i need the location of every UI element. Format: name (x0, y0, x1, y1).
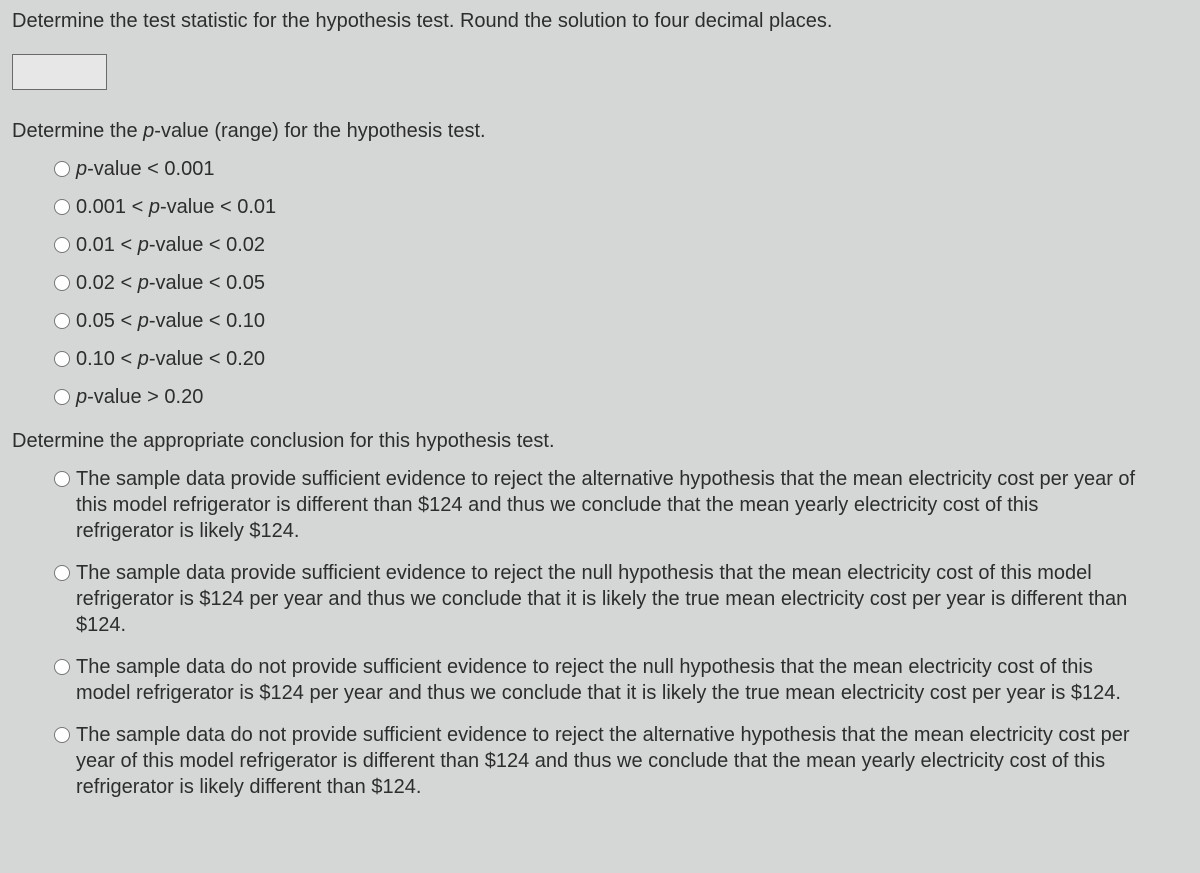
pvalue-radio-5[interactable] (54, 351, 70, 367)
q2-prompt-pre: Determine the (12, 120, 143, 142)
pvalue-label-3: 0.02 < p-value < 0.05 (76, 270, 1116, 296)
pvalue-option-2: 0.01 < p-value < 0.02 (54, 232, 1188, 258)
pvalue-radio-4[interactable] (54, 313, 70, 329)
test-statistic-input[interactable] (12, 54, 107, 90)
conclusion-label-3: The sample data do not provide sufficien… (76, 722, 1136, 800)
conclusion-radio-2[interactable] (54, 659, 70, 675)
pvalue-option-1: 0.001 < p-value < 0.01 (54, 194, 1188, 220)
conclusion-option-0: The sample data provide sufficient evide… (54, 466, 1188, 544)
pvalue-radio-0[interactable] (54, 161, 70, 177)
q2-prompt-post: -value (range) for the hypothesis test. (154, 120, 485, 142)
conclusion-options: The sample data provide sufficient evide… (12, 466, 1188, 800)
conclusion-label-1: The sample data provide sufficient evide… (76, 560, 1136, 638)
q1-prompt: Determine the test statistic for the hyp… (12, 8, 1188, 34)
pvalue-label-6: p-value > 0.20 (76, 384, 1116, 410)
pvalue-radio-6[interactable] (54, 389, 70, 405)
pvalue-radio-1[interactable] (54, 199, 70, 215)
conclusion-label-0: The sample data provide sufficient evide… (76, 466, 1136, 544)
q2-prompt: Determine the p-value (range) for the hy… (12, 118, 1188, 144)
pvalue-option-6: p-value > 0.20 (54, 384, 1188, 410)
pvalue-label-1: 0.001 < p-value < 0.01 (76, 194, 1116, 220)
pvalue-label-2: 0.01 < p-value < 0.02 (76, 232, 1116, 258)
q2-prompt-italic: p (143, 120, 154, 142)
pvalue-radio-3[interactable] (54, 275, 70, 291)
conclusion-option-2: The sample data do not provide sufficien… (54, 654, 1188, 706)
pvalue-option-3: 0.02 < p-value < 0.05 (54, 270, 1188, 296)
conclusion-option-1: The sample data provide sufficient evide… (54, 560, 1188, 638)
conclusion-label-2: The sample data do not provide sufficien… (76, 654, 1136, 706)
conclusion-radio-0[interactable] (54, 471, 70, 487)
pvalue-radio-2[interactable] (54, 237, 70, 253)
pvalue-options: p-value < 0.001 0.001 < p-value < 0.01 0… (12, 156, 1188, 410)
pvalue-label-0: p-value < 0.001 (76, 156, 1116, 182)
pvalue-label-5: 0.10 < p-value < 0.20 (76, 346, 1116, 372)
pvalue-option-0: p-value < 0.001 (54, 156, 1188, 182)
pvalue-option-5: 0.10 < p-value < 0.20 (54, 346, 1188, 372)
conclusion-radio-3[interactable] (54, 727, 70, 743)
conclusion-radio-1[interactable] (54, 565, 70, 581)
pvalue-label-4: 0.05 < p-value < 0.10 (76, 308, 1116, 334)
pvalue-option-4: 0.05 < p-value < 0.10 (54, 308, 1188, 334)
q3-prompt: Determine the appropriate conclusion for… (12, 428, 1188, 454)
conclusion-option-3: The sample data do not provide sufficien… (54, 722, 1188, 800)
